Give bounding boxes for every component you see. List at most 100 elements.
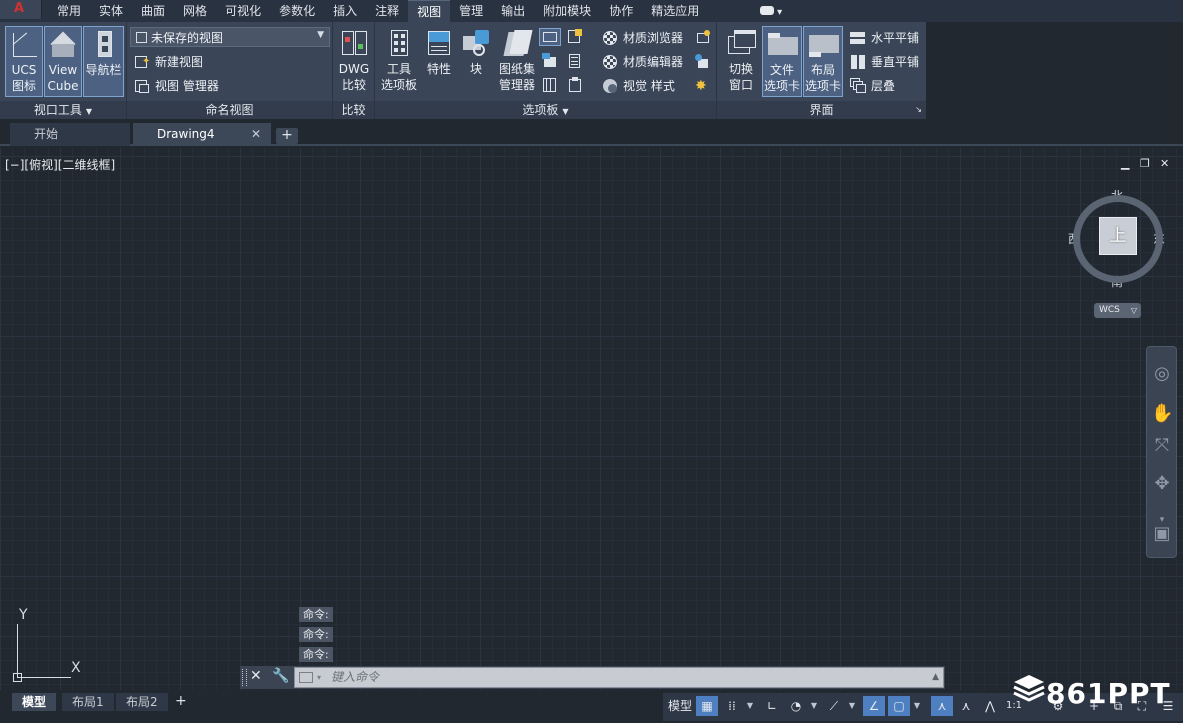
grid-icon[interactable]: ▦ <box>696 696 718 716</box>
light-icon-1[interactable] <box>695 30 711 46</box>
orbit-icon[interactable]: ✥ <box>1151 473 1173 495</box>
minimize-viewport-icon[interactable]: ▁ <box>1121 157 1129 170</box>
pan-hand-icon[interactable]: ✋ <box>1151 403 1173 425</box>
panel-palettes: 工具 选项板 特性 块 图纸集 管理器 材质浏览器 材质编辑器 视觉 样式 ✸ … <box>375 22 717 119</box>
tool-palettes-button[interactable]: 工具 选项板 <box>378 26 420 97</box>
viewport-controls-label[interactable]: [−][俯视][二维线框] <box>5 156 115 173</box>
polar-tracking-icon[interactable]: ◔ <box>785 696 807 716</box>
ribbon-tab[interactable]: 可视化 <box>216 0 270 22</box>
layout-tab-layout2[interactable]: 布局2 <box>116 693 168 711</box>
viewcube-button[interactable]: View Cube <box>44 26 82 97</box>
command-history-line: 命令: <box>299 607 333 622</box>
layout-tabs-button[interactable]: 布局 选项卡 <box>803 26 843 97</box>
close-icon[interactable]: ✕ <box>250 668 262 684</box>
drag-handle-icon[interactable] <box>242 669 247 686</box>
ucs-icon-label-2: 图标 <box>11 79 36 93</box>
command-input[interactable]: ▾ 键入命令 ▲ <box>294 667 944 688</box>
light-icon-2[interactable] <box>695 54 711 70</box>
ribbon-tab[interactable]: 协作 <box>600 0 642 22</box>
application-menu-button[interactable]: A <box>0 0 42 19</box>
visual-styles-button[interactable]: 视觉 样式 <box>602 75 675 97</box>
ucs-icon-button[interactable]: UCS 图标 <box>5 26 43 97</box>
ribbon-tab[interactable]: 输出 <box>492 0 534 22</box>
ribbon-tab[interactable]: 实体 <box>90 0 132 22</box>
ribbon-tab[interactable]: 精选应用 <box>642 0 708 22</box>
tab-drawing4[interactable]: Drawing4 ✕ <box>133 123 271 146</box>
navigation-bar: ◎ ✋ ⤧ ✥ ▾ ▣ <box>1146 346 1177 558</box>
ribbon-tab[interactable]: 附加模块 <box>534 0 600 22</box>
panel-title-palettes[interactable]: 选项板 ▼ <box>375 101 716 119</box>
wcs-menu[interactable]: WCS ▽ <box>1094 303 1141 318</box>
ribbon-tab[interactable]: 参数化 <box>270 0 324 22</box>
ribbon-tab[interactable]: 曲面 <box>132 0 174 22</box>
chevron-down-icon[interactable]: ▼ <box>912 696 922 716</box>
ortho-icon[interactable]: ∟ <box>761 696 783 716</box>
layout-tab-layout1[interactable]: 布局1 <box>62 693 114 711</box>
command-line-toggle-icon[interactable] <box>539 28 561 46</box>
ribbon-tab[interactable]: 插入 <box>324 0 366 22</box>
ribbon-tab[interactable]: 注释 <box>366 0 408 22</box>
chevron-down-icon[interactable]: ▼ <box>745 696 755 716</box>
dwg-compare-icon <box>339 28 369 58</box>
auto-scale-icon[interactable]: ⋏ <box>955 696 977 716</box>
restore-viewport-icon[interactable]: ❐ <box>1140 157 1150 170</box>
materials-editor-button[interactable]: 材质编辑器 <box>602 51 683 73</box>
file-tabs-button[interactable]: 文件 选项卡 <box>762 26 802 97</box>
layout-tab-model[interactable]: 模型 <box>12 693 57 711</box>
stack-logo-icon <box>1012 673 1046 710</box>
chevron-down-icon[interactable]: ▼ <box>847 696 857 716</box>
panel-title-viewport-tools[interactable]: 视口工具 ▼ <box>0 101 126 119</box>
clipboard-icon[interactable] <box>567 77 583 93</box>
design-center-icon[interactable] <box>542 77 558 93</box>
annotation-visibility-icon[interactable]: ⋏ <box>931 696 953 716</box>
drawing-canvas[interactable] <box>0 148 1183 690</box>
block-button[interactable]: 块 <box>458 26 494 81</box>
cascade-button[interactable]: 层叠 <box>850 75 895 97</box>
command-history-line: 命令: <box>299 647 333 662</box>
panel-interface: 切换 窗口 文件 选项卡 布局 选项卡 水平平铺 垂直平铺 层叠 界面 ↘ <box>717 22 926 119</box>
quickcalc-icon[interactable] <box>567 53 583 69</box>
featured-apps-toggle[interactable]: ▾ <box>760 4 784 18</box>
annotation-scale-icon[interactable]: ⋀ <box>979 696 1001 716</box>
zoom-extents-icon[interactable]: ⤧ <box>1151 435 1173 457</box>
named-view-combo[interactable]: 未保存的视图 ▼ <box>130 27 330 47</box>
dbconnect-icon[interactable] <box>542 53 558 69</box>
new-tab-button[interactable]: + <box>276 128 298 144</box>
tile-vertical-button[interactable]: 垂直平铺 <box>850 51 919 73</box>
navigation-bar-button[interactable]: 导航栏 <box>83 26 124 97</box>
close-icon[interactable]: ✕ <box>251 123 261 146</box>
dialog-launcher-icon[interactable]: ↘ <box>915 101 922 119</box>
viewcube-top-face[interactable]: 上 <box>1099 217 1137 255</box>
chevron-up-icon[interactable]: ▲ <box>932 668 939 687</box>
ribbon-tab[interactable]: 网格 <box>174 0 216 22</box>
markup-set-icon[interactable] <box>567 29 583 45</box>
object-snap-icon[interactable]: ▢ <box>888 696 910 716</box>
materials-browser-button[interactable]: 材质浏览器 <box>602 27 683 49</box>
new-view-button[interactable]: ✦ 新建视图 <box>134 51 203 73</box>
view-manager-button[interactable]: 视图 管理器 <box>134 75 219 97</box>
switch-windows-button[interactable]: 切换 窗口 <box>721 26 761 97</box>
steering-wheel-icon[interactable]: ◎ <box>1151 363 1173 385</box>
ribbon-tab[interactable]: 管理 <box>450 0 492 22</box>
add-layout-icon[interactable]: + <box>175 693 187 709</box>
ribbon-tab[interactable]: 常用 <box>48 0 90 22</box>
properties-button[interactable]: 特性 <box>422 26 456 81</box>
object-snap-tracking-icon[interactable]: ∠ <box>863 696 885 716</box>
tile-horizontal-button[interactable]: 水平平铺 <box>850 27 919 49</box>
wrench-icon[interactable]: 🔧 <box>272 668 289 684</box>
sheet-set-manager-button[interactable]: 图纸集 管理器 <box>496 26 538 97</box>
snap-icon[interactable]: ⁞⁞ <box>721 696 743 716</box>
chevron-down-icon: ▾ <box>317 673 322 682</box>
tile-vertical-icon <box>850 54 866 70</box>
sheet-set-label-2: 管理器 <box>498 78 535 92</box>
sun-icon[interactable]: ✸ <box>695 78 711 94</box>
tab-start[interactable]: 开始 <box>10 123 130 146</box>
ribbon-tab[interactable]: 视图 <box>408 0 451 22</box>
watermark: 861PPT <box>1012 673 1171 710</box>
close-viewport-icon[interactable]: ✕ <box>1160 157 1169 170</box>
showmotion-icon[interactable]: ▣ <box>1151 523 1173 545</box>
isodraft-icon[interactable]: ⟋ <box>823 696 845 716</box>
model-space-button[interactable]: 模型 <box>666 696 694 716</box>
chevron-down-icon[interactable]: ▼ <box>809 696 819 716</box>
dwg-compare-button[interactable]: DWG 比较 <box>335 26 373 97</box>
